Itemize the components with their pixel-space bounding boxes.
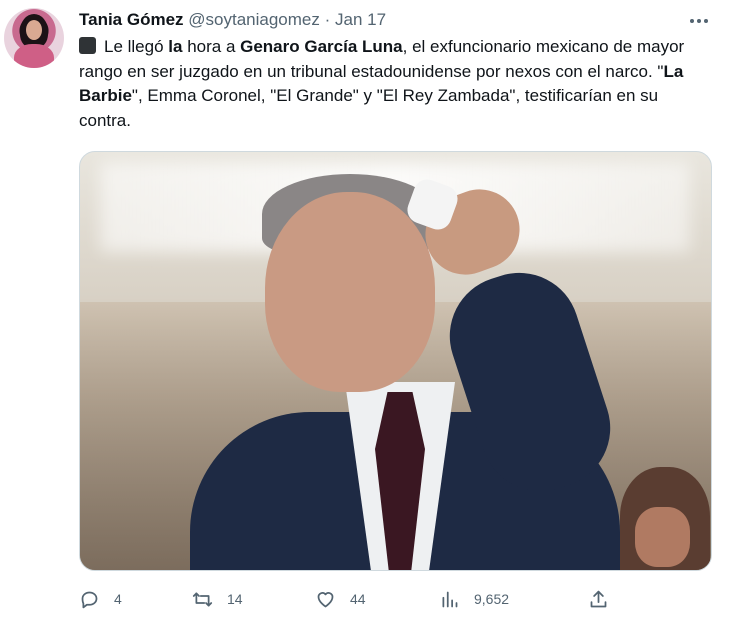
tweet-text-part: hora a (182, 37, 241, 56)
tweet-photo[interactable] (79, 151, 712, 571)
author-handle[interactable]: @soytaniagomez (188, 10, 320, 29)
tweet-text-bold: la (168, 37, 183, 56)
share-icon (590, 590, 607, 607)
tweet-text: Le llegó la hora a Genaro García Luna, e… (79, 35, 709, 133)
tweet-text-part: Le llegó (104, 37, 169, 56)
views-button[interactable]: 9,652 (439, 584, 509, 614)
tweet-text-part: ", Emma Coronel, "El Grande" y "El Rey Z… (79, 86, 659, 130)
reply-count: 4 (114, 591, 122, 607)
separator-dot: · (324, 10, 331, 29)
tweet[interactable]: Tania Gómez @soytaniagomez · Jan 17 Le l… (0, 0, 731, 637)
views-icon (442, 591, 458, 607)
avatar[interactable] (4, 8, 64, 68)
more-icon[interactable] (687, 9, 711, 33)
views-count: 9,652 (474, 591, 510, 607)
black-square-icon (79, 37, 96, 54)
photo-head (265, 192, 435, 392)
retweet-button[interactable]: 14 (192, 584, 243, 614)
retweet-icon (192, 592, 213, 606)
retweet-count: 14 (227, 591, 243, 607)
tweet-header: Tania Gómez @soytaniagomez · Jan 17 (79, 9, 386, 31)
author-name[interactable]: Tania Gómez (79, 10, 184, 29)
avatar-body (14, 44, 54, 68)
like-count: 44 (350, 591, 366, 607)
avatar-face (26, 20, 42, 40)
reply-button[interactable]: 4 (79, 584, 122, 614)
photo-background-face (635, 507, 690, 567)
tweet-text-bold: Genaro García Luna (240, 37, 403, 56)
tweet-actions: 4 14 44 9,652 (79, 584, 709, 614)
tweet-date[interactable]: Jan 17 (335, 10, 386, 29)
reply-icon (81, 591, 98, 608)
share-button[interactable] (588, 584, 609, 614)
heart-icon (317, 591, 334, 607)
like-button[interactable]: 44 (315, 584, 366, 614)
